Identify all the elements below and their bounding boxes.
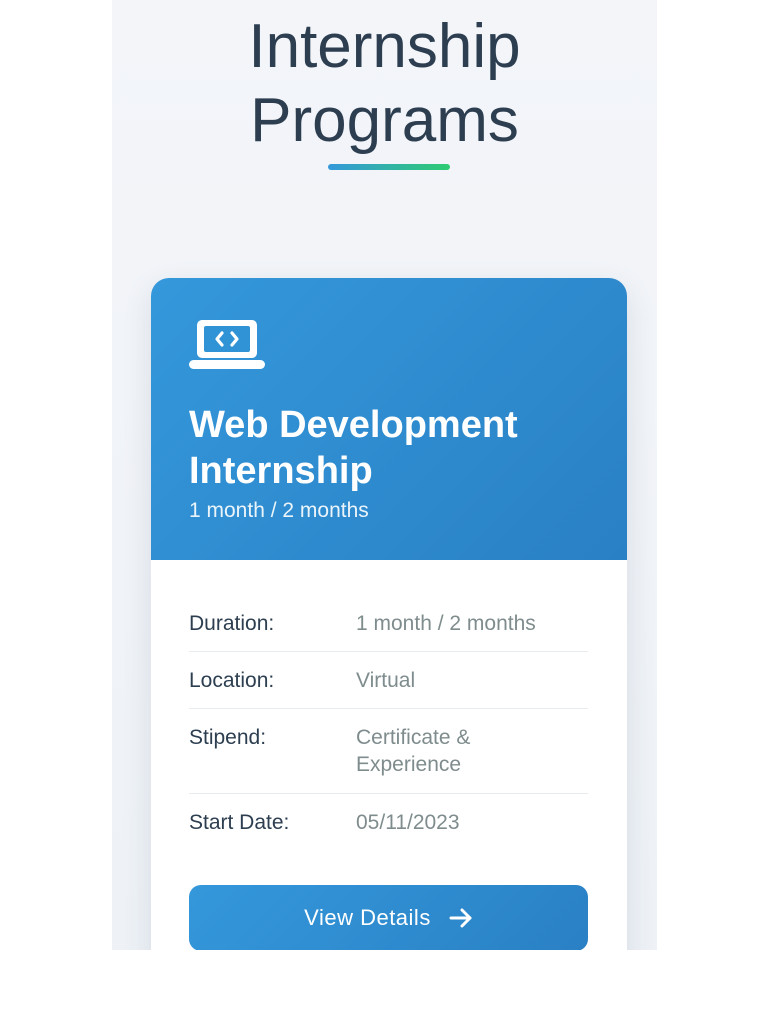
card-header: Web Development Internship 1 month / 2 m… <box>151 278 627 560</box>
page-title-line-1: Internship <box>248 12 521 81</box>
view-details-button[interactable]: View Details <box>189 885 588 950</box>
detail-row-location: Location: Virtual <box>189 652 588 709</box>
detail-row-stipend: Stipend: Certificate & Experience <box>189 709 588 794</box>
title-underline <box>328 164 450 170</box>
detail-label: Location: <box>189 669 275 692</box>
laptop-code-icon <box>189 320 265 369</box>
internship-card: Web Development Internship 1 month / 2 m… <box>151 278 627 950</box>
detail-value: 05/11/2023 <box>356 811 460 834</box>
detail-value: Certificate & Experience <box>356 724 588 793</box>
detail-value-line-1: Certificate & <box>356 726 471 749</box>
details-list: Duration: 1 month / 2 months Location: V… <box>189 598 588 850</box>
page-viewport: Internship Programs Web Development Inte… <box>112 0 657 950</box>
page-title: Internship Programs <box>112 10 657 158</box>
detail-label: Start Date: <box>189 811 290 834</box>
card-title: Web Development Internship <box>189 402 609 494</box>
arrow-right-icon <box>449 908 472 928</box>
detail-row-start-date: Start Date: 05/11/2023 <box>189 794 588 850</box>
page-title-line-2: Programs <box>250 86 519 155</box>
detail-value-line-2: Experience <box>356 753 462 776</box>
detail-label: Stipend: <box>189 726 267 749</box>
card-title-line-2: Internship <box>189 450 373 492</box>
detail-value: 1 month / 2 months <box>356 612 536 635</box>
detail-row-duration: Duration: 1 month / 2 months <box>189 598 588 652</box>
view-details-label: View Details <box>304 905 431 930</box>
card-subtitle: 1 month / 2 months <box>189 499 369 522</box>
detail-value: Virtual <box>356 669 416 692</box>
card-title-line-1: Web Development <box>189 404 518 446</box>
detail-label: Duration: <box>189 612 275 635</box>
